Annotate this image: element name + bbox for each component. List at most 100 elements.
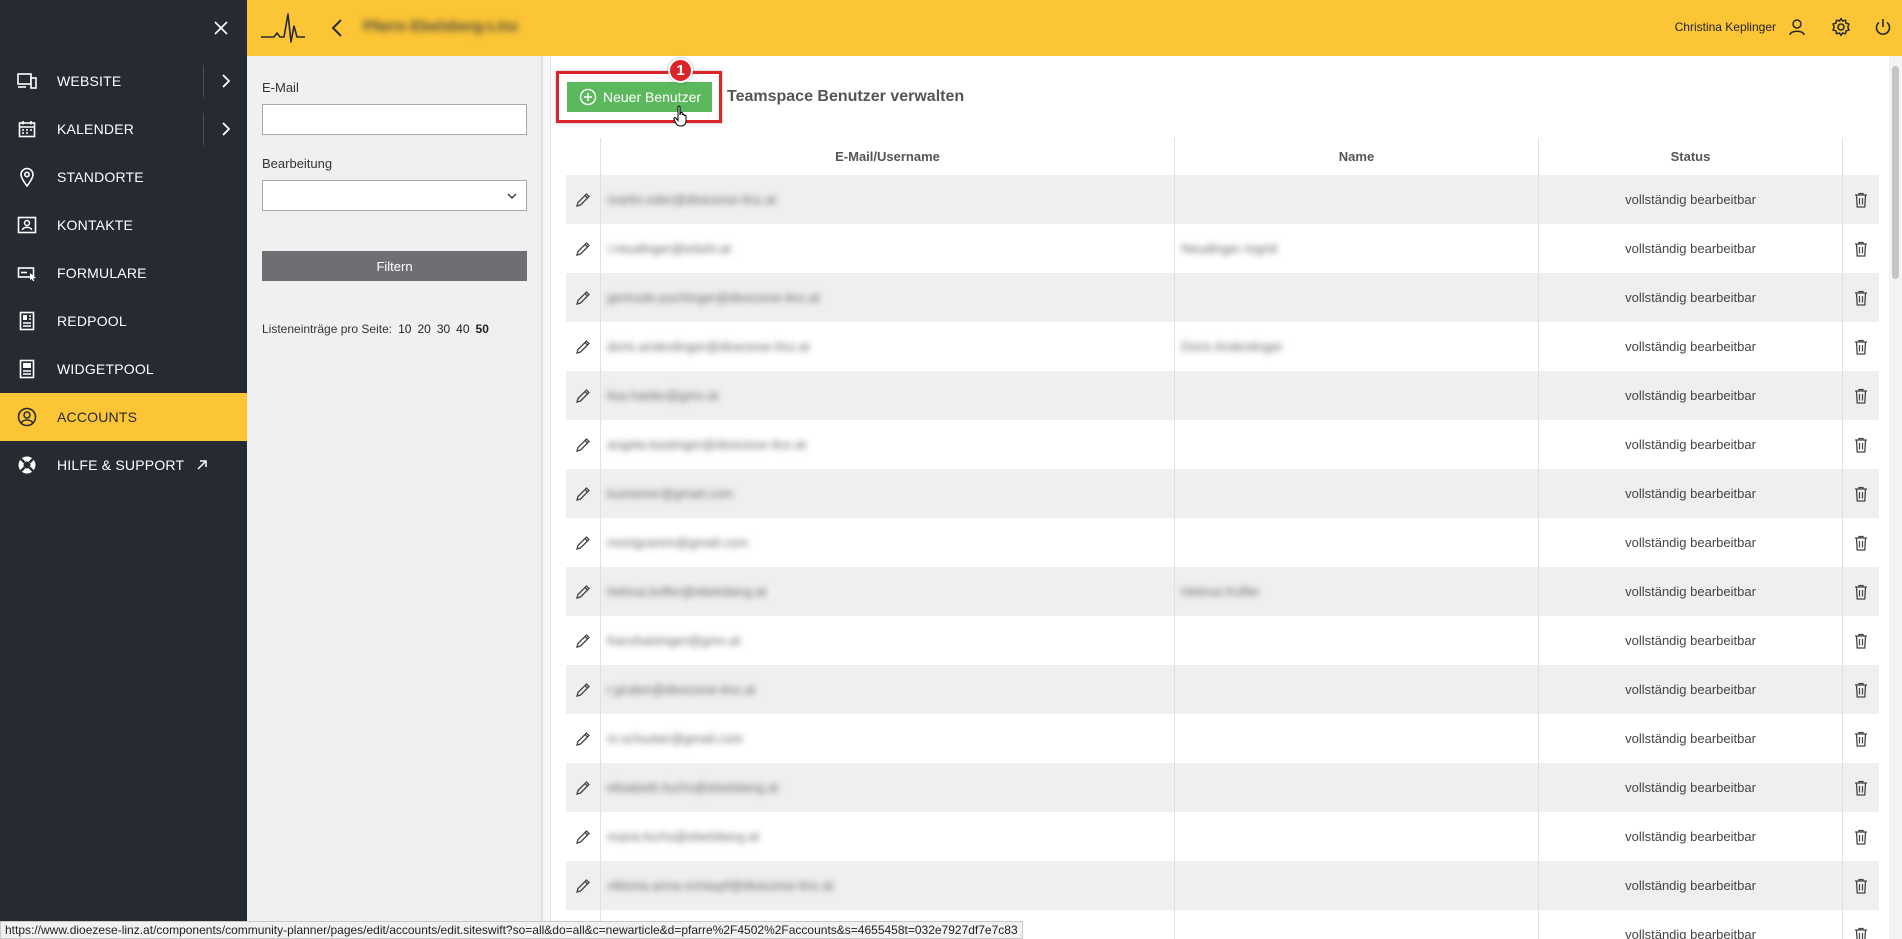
sidebar-item-website[interactable]: WEBSITE bbox=[0, 57, 247, 105]
user-status: vollständig bearbeitbar bbox=[1625, 290, 1756, 305]
expand-submenu-button[interactable] bbox=[203, 113, 247, 145]
user-email: r.gruber@dioezese-linz.at bbox=[607, 682, 756, 697]
sidebar-item-widgetpool[interactable]: WIDGETPOOL bbox=[0, 345, 247, 393]
plus-circle-icon bbox=[579, 88, 597, 106]
edit-user-button[interactable] bbox=[575, 633, 591, 649]
user-status: vollständig bearbeitbar bbox=[1625, 829, 1756, 844]
edit-user-button[interactable] bbox=[575, 535, 591, 551]
edit-user-button[interactable] bbox=[575, 339, 591, 355]
edit-user-button[interactable] bbox=[575, 682, 591, 698]
panel-splitter[interactable] bbox=[542, 56, 551, 939]
table-row: monigramm@gmail.com vollständig bearbeitb… bbox=[566, 518, 1879, 567]
pencil-icon bbox=[576, 241, 590, 256]
table-row: lisa.haider@gmx.at vollständig bearbeitba… bbox=[566, 371, 1879, 420]
user-name[interactable]: Christina Keplinger bbox=[1675, 20, 1776, 34]
main-scrollbar[interactable] bbox=[1889, 56, 1902, 939]
table-body: martin.eder@dioezese-linz.at vollständig … bbox=[566, 175, 1879, 939]
sidebar: WEBSITE KALENDER STANDORTE KONTAKTE FORMULAR… bbox=[0, 0, 247, 939]
user-email: kumeiner@gmail.com bbox=[607, 486, 733, 501]
table-row: m.schuster@gmail.com vollständig bearbeit… bbox=[566, 714, 1879, 763]
edit-mode-select[interactable] bbox=[262, 180, 527, 211]
delete-user-button[interactable] bbox=[1854, 829, 1868, 845]
email-filter-input[interactable] bbox=[262, 104, 527, 135]
sidebar-item-label: KONTAKTE bbox=[57, 217, 134, 233]
widget-icon bbox=[16, 358, 38, 380]
pencil-icon bbox=[576, 829, 590, 844]
per-page-option-30[interactable]: 30 bbox=[437, 322, 450, 336]
form-icon bbox=[16, 262, 38, 284]
pencil-icon bbox=[576, 290, 590, 305]
delete-user-button[interactable] bbox=[1854, 780, 1868, 796]
settings-button[interactable] bbox=[1828, 14, 1854, 40]
sidebar-item-hilfe-support[interactable]: HILFE & SUPPORT bbox=[0, 441, 247, 489]
sidebar-item-accounts[interactable]: ACCOUNTS bbox=[0, 393, 247, 441]
expand-submenu-button[interactable] bbox=[203, 65, 247, 97]
per-page-option-10[interactable]: 10 bbox=[398, 322, 411, 336]
sidebar-item-standorte[interactable]: STANDORTE bbox=[0, 153, 247, 201]
delete-user-button[interactable] bbox=[1854, 633, 1868, 649]
table-row: angela.kastinger@dioezese-linz.at vollstä… bbox=[566, 420, 1879, 469]
edit-user-button[interactable] bbox=[575, 878, 591, 894]
per-page-option-40[interactable]: 40 bbox=[456, 322, 469, 336]
status-bar-url: https://www.dioezese-linz.at/components/… bbox=[0, 921, 1023, 939]
delete-user-button[interactable] bbox=[1854, 731, 1868, 747]
delete-user-button[interactable] bbox=[1854, 339, 1868, 355]
user-email: lisa.haider@gmx.at bbox=[607, 388, 719, 403]
edit-user-button[interactable] bbox=[575, 584, 591, 600]
delete-user-button[interactable] bbox=[1854, 290, 1868, 306]
user-status: vollständig bearbeitbar bbox=[1625, 633, 1756, 648]
chevron-right-icon bbox=[222, 122, 230, 136]
edit-user-button[interactable] bbox=[575, 241, 591, 257]
sidebar-item-label: HILFE & SUPPORT bbox=[57, 457, 185, 473]
delete-user-button[interactable] bbox=[1854, 682, 1868, 698]
delete-user-button[interactable] bbox=[1854, 878, 1868, 894]
delete-user-button[interactable] bbox=[1854, 388, 1868, 404]
delete-user-button[interactable] bbox=[1854, 192, 1868, 208]
edit-user-button[interactable] bbox=[575, 437, 591, 453]
user-status: vollständig bearbeitbar bbox=[1625, 486, 1756, 501]
back-button[interactable] bbox=[327, 14, 347, 42]
user-status: vollständig bearbeitbar bbox=[1625, 878, 1756, 893]
close-sidebar-button[interactable] bbox=[207, 14, 235, 42]
sidebar-item-kontakte[interactable]: KONTAKTE bbox=[0, 201, 247, 249]
delete-user-button[interactable] bbox=[1854, 486, 1868, 502]
user-status: vollständig bearbeitbar bbox=[1625, 780, 1756, 795]
column-header-name[interactable]: Name bbox=[1175, 138, 1539, 175]
edit-user-button[interactable] bbox=[575, 829, 591, 845]
delete-user-button[interactable] bbox=[1854, 927, 1868, 939]
user-status: vollständig bearbeitbar bbox=[1625, 927, 1756, 939]
user-profile-button[interactable] bbox=[1784, 14, 1810, 40]
logout-button[interactable] bbox=[1870, 14, 1896, 40]
per-page-option-20[interactable]: 20 bbox=[417, 322, 430, 336]
user-email: franzkaisinger@gmx.at bbox=[607, 633, 741, 648]
location-pin-icon bbox=[16, 166, 38, 188]
edit-user-button[interactable] bbox=[575, 388, 591, 404]
filter-panel: E-Mail Bearbeitung Filtern Listeneinträg… bbox=[247, 56, 542, 939]
pencil-icon bbox=[576, 535, 590, 550]
edit-user-button[interactable] bbox=[575, 486, 591, 502]
edit-user-button[interactable] bbox=[575, 780, 591, 796]
column-header-status[interactable]: Status bbox=[1539, 138, 1843, 175]
scrollbar-thumb[interactable] bbox=[1892, 66, 1899, 279]
sidebar-item-kalender[interactable]: KALENDER bbox=[0, 105, 247, 153]
delete-user-button[interactable] bbox=[1854, 241, 1868, 257]
edit-user-button[interactable] bbox=[575, 731, 591, 747]
edit-user-button[interactable] bbox=[575, 192, 591, 208]
sidebar-item-formulare[interactable]: FORMULARE bbox=[0, 249, 247, 297]
per-page-option-50[interactable]: 50 bbox=[476, 322, 489, 336]
sidebar-item-redpool[interactable]: REDPOOL bbox=[0, 297, 247, 345]
table-row: kumeiner@gmail.com vollständig bearbeitba… bbox=[566, 469, 1879, 518]
user-circle-icon bbox=[16, 406, 38, 428]
email-label: E-Mail bbox=[262, 80, 299, 95]
new-user-button[interactable]: Neuer Benutzer bbox=[567, 82, 712, 112]
column-header-email[interactable]: E-Mail/Username bbox=[601, 138, 1175, 175]
edit-user-button[interactable] bbox=[575, 290, 591, 306]
sidebar-item-label: WIDGETPOOL bbox=[57, 361, 154, 377]
delete-user-button[interactable] bbox=[1854, 437, 1868, 453]
delete-user-button[interactable] bbox=[1854, 535, 1868, 551]
delete-user-button[interactable] bbox=[1854, 584, 1868, 600]
filter-button[interactable]: Filtern bbox=[262, 251, 527, 281]
user-status: vollständig bearbeitbar bbox=[1625, 241, 1756, 256]
heartbeat-logo-icon[interactable] bbox=[260, 6, 306, 44]
table-row: martin.eder@dioezese-linz.at vollständig … bbox=[566, 175, 1879, 224]
